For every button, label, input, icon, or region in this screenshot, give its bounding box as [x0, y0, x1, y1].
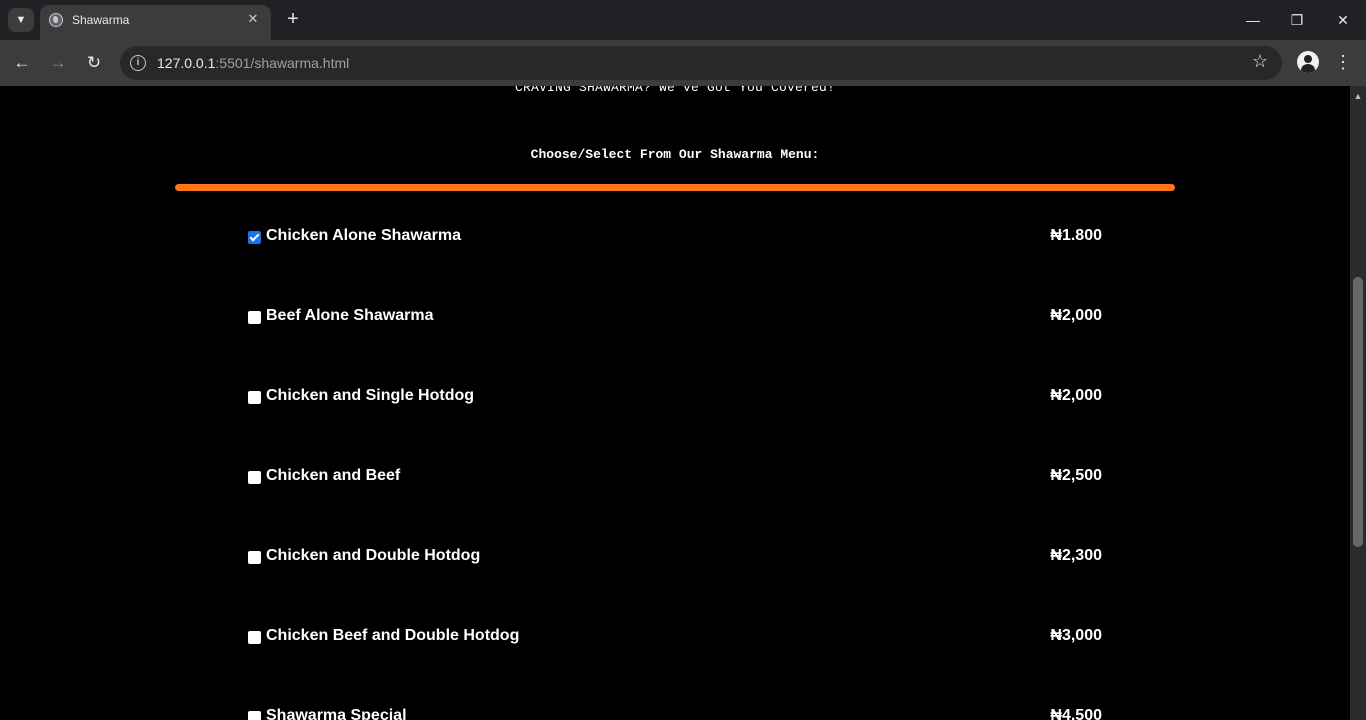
page-scrollbar[interactable]: ▲	[1350, 86, 1366, 720]
item-checkbox[interactable]	[248, 551, 261, 564]
orange-divider	[175, 184, 1175, 191]
page-viewport: CRAVING SHAWARMA? We've Got You Covered!…	[0, 86, 1350, 720]
scrollbar-thumb[interactable]	[1353, 277, 1363, 547]
window-close-button[interactable]: ✕	[1328, 8, 1358, 32]
tab-close-icon[interactable]: ✕	[245, 11, 261, 27]
item-price: ₦2,300	[1050, 547, 1102, 564]
restore-button[interactable]: ❐	[1282, 8, 1312, 32]
item-price: ₦4,500	[1050, 707, 1102, 720]
tab-strip: ▼ Shawarma ✕ + — ❐ ✕	[0, 0, 1366, 40]
item-price: ₦3,000	[1050, 627, 1102, 644]
item-checkbox[interactable]	[248, 311, 261, 324]
scroll-up-arrow-icon[interactable]: ▲	[1350, 90, 1366, 102]
address-bar[interactable]: i 127.0.0.1:5501/shawarma.html ☆	[120, 46, 1282, 80]
tab-title: Shawarma	[72, 13, 130, 27]
item-price: ₦1.800	[1050, 227, 1102, 244]
item-price: ₦2,500	[1050, 467, 1102, 484]
menu-heading: Choose/Select From Our Shawarma Menu:	[530, 147, 820, 162]
menu-item[interactable]: Chicken and Single Hotdog ₦2,000	[248, 387, 1102, 411]
menu-item[interactable]: Chicken and Double Hotdog ₦2,300	[248, 547, 1102, 571]
forward-button[interactable]: →	[46, 51, 70, 75]
item-name: Chicken and Single Hotdog	[266, 387, 475, 404]
chevron-down-icon: ▼	[15, 14, 27, 26]
item-name: Shawarma Special	[266, 707, 407, 720]
tab-search-button[interactable]: ▼	[8, 8, 34, 32]
back-button[interactable]: ←	[10, 51, 34, 75]
item-name: Chicken and Double Hotdog	[266, 547, 481, 564]
profile-avatar[interactable]	[1297, 51, 1319, 73]
item-price: ₦2,000	[1050, 387, 1102, 404]
item-name: Chicken Alone Shawarma	[266, 227, 462, 244]
item-checkbox[interactable]	[248, 631, 261, 644]
item-checkbox[interactable]	[248, 231, 261, 244]
browser-toolbar: ← → ↻ i 127.0.0.1:5501/shawarma.html ☆ ⋮	[0, 40, 1366, 86]
url-path: :5501/shawarma.html	[215, 55, 350, 71]
menu-item[interactable]: Shawarma Special ₦4,500	[248, 707, 1102, 720]
minimize-button[interactable]: —	[1238, 8, 1268, 32]
url-host: 127.0.0.1	[157, 55, 216, 71]
menu-item[interactable]: Chicken Beef and Double Hotdog ₦3,000	[248, 627, 1102, 651]
item-checkbox[interactable]	[248, 711, 261, 720]
item-checkbox[interactable]	[248, 471, 261, 484]
item-name: Beef Alone Shawarma	[266, 307, 434, 324]
globe-icon	[49, 13, 63, 27]
browser-menu-icon[interactable]: ⋮	[1334, 51, 1352, 75]
menu-item[interactable]: Chicken Alone Shawarma ₦1.800	[248, 227, 1102, 251]
bookmark-star-icon[interactable]: ☆	[1252, 51, 1268, 72]
page-tagline: CRAVING SHAWARMA? We've Got You Covered!	[514, 86, 836, 95]
menu-item[interactable]: Chicken and Beef ₦2,500	[248, 467, 1102, 491]
item-price: ₦2,000	[1050, 307, 1102, 324]
item-checkbox[interactable]	[248, 391, 261, 404]
menu-item[interactable]: Beef Alone Shawarma ₦2,000	[248, 307, 1102, 331]
browser-tab-shawarma[interactable]: Shawarma ✕	[40, 5, 271, 40]
reload-button[interactable]: ↻	[82, 51, 106, 75]
item-name: Chicken Beef and Double Hotdog	[266, 627, 520, 644]
new-tab-button[interactable]: +	[282, 9, 304, 31]
url-text[interactable]: 127.0.0.1:5501/shawarma.html	[157, 55, 349, 71]
site-info-icon[interactable]: i	[130, 55, 146, 71]
item-name: Chicken and Beef	[266, 467, 401, 484]
